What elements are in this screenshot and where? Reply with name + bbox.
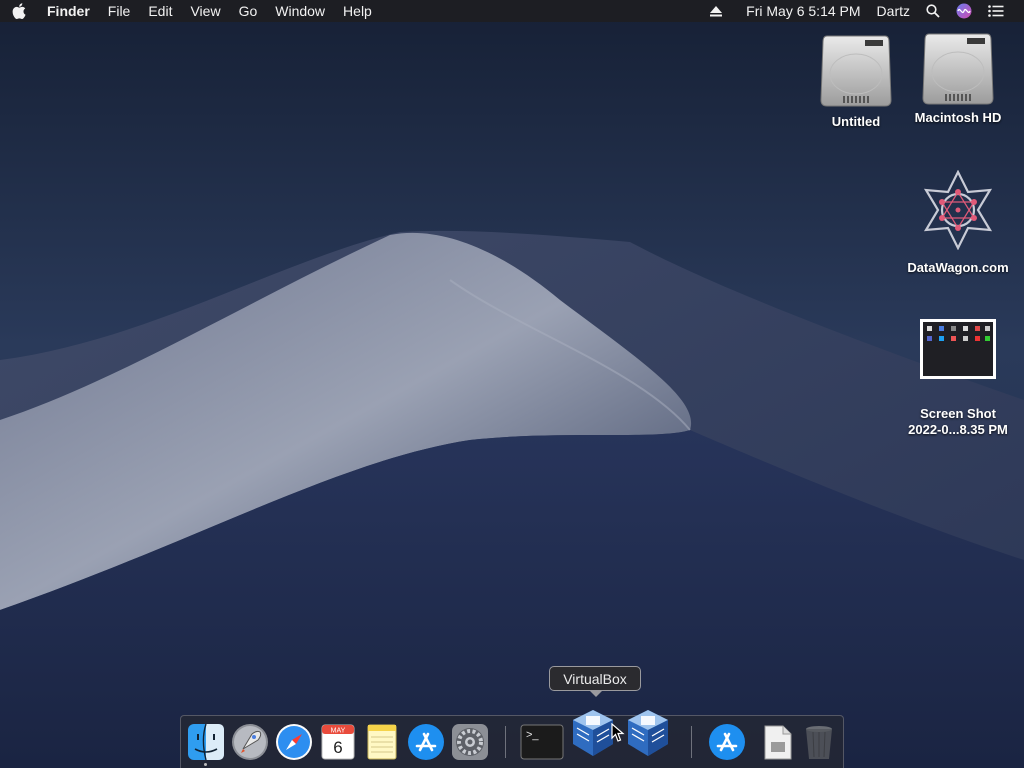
- label-line-1: Screen Shot: [920, 406, 996, 421]
- virtualbox-cube-icon: [573, 710, 613, 756]
- dock-app-store-downloads[interactable]: [707, 722, 747, 762]
- menubar-clock[interactable]: Fri May 6 5:14 PM: [730, 0, 868, 22]
- terminal-icon: >_: [520, 724, 564, 760]
- menu-view[interactable]: View: [181, 0, 229, 22]
- apple-menu-icon[interactable]: [0, 3, 38, 19]
- menu-finder[interactable]: Finder: [38, 0, 99, 22]
- finder-icon: [188, 723, 224, 761]
- dock-calendar[interactable]: MAY 6: [318, 722, 358, 762]
- dock-notes[interactable]: [362, 722, 402, 762]
- calendar-month-text: MAY: [331, 728, 346, 735]
- menubar-user[interactable]: Dartz: [869, 0, 918, 22]
- safari-compass-icon: [276, 724, 312, 760]
- dock-app-store[interactable]: [406, 722, 446, 762]
- dock-system-preferences[interactable]: [450, 722, 490, 762]
- dock-documents-stack[interactable]: [757, 722, 797, 762]
- desktop-icon-macintosh-hd[interactable]: Macintosh HD: [898, 30, 1018, 126]
- desktop-icon-screen-shot[interactable]: Screen Shot 2022-0...8.35 PM: [898, 318, 1018, 438]
- dock-virtualbox-2[interactable]: [626, 708, 670, 758]
- desktop-icon-label: Untitled: [831, 114, 881, 129]
- menu-window[interactable]: Window: [266, 0, 334, 22]
- dock-safari[interactable]: [274, 722, 314, 762]
- launchpad-rocket-icon: [232, 724, 268, 760]
- menu-go[interactable]: Go: [230, 0, 267, 22]
- running-indicator: [204, 763, 207, 766]
- menu-help[interactable]: Help: [334, 0, 381, 22]
- eject-icon[interactable]: [702, 5, 730, 17]
- dock-launchpad[interactable]: [230, 722, 270, 762]
- notes-icon: [367, 724, 397, 760]
- app-store-icon: [709, 724, 745, 760]
- notification-center-icon[interactable]: [980, 5, 1012, 17]
- screenshot-thumbnail-icon: [920, 319, 996, 379]
- desktop-icon-label: Screen Shot 2022-0...8.35 PM: [908, 406, 1008, 438]
- hard-drive-icon: [820, 35, 892, 107]
- dock-finder[interactable]: [186, 722, 226, 762]
- trash-icon: [806, 726, 832, 759]
- menu-file[interactable]: File: [99, 0, 140, 22]
- label-line-2: 2022-0...8.35 PM: [908, 422, 1008, 437]
- desktop-icon-datawagon[interactable]: DataWagon.com: [898, 170, 1018, 276]
- dock: MAY 6 >_: [180, 710, 844, 768]
- system-preferences-gear-icon: [452, 724, 488, 760]
- mouse-pointer-icon: [611, 723, 625, 742]
- virtualbox-cube-icon: [628, 710, 668, 756]
- spotlight-search-icon[interactable]: [918, 4, 948, 18]
- dock-tooltip-arrow: [589, 690, 603, 697]
- dock-separator: [691, 726, 692, 758]
- hard-drive-icon: [922, 33, 994, 105]
- dock-trash[interactable]: [799, 722, 839, 762]
- dock-tooltip: VirtualBox: [549, 666, 641, 691]
- calendar-day-text: 6: [333, 738, 342, 757]
- siri-icon[interactable]: [948, 3, 980, 19]
- document-file-icon: [764, 725, 792, 760]
- dock-terminal[interactable]: >_: [520, 722, 564, 762]
- dock-separator: [505, 726, 506, 758]
- desktop-icon-label: DataWagon.com: [907, 260, 1009, 275]
- dock-virtualbox[interactable]: [571, 708, 615, 758]
- terminal-prompt-text: >_: [526, 729, 539, 741]
- menu-bar: Finder File Edit View Go Window Help Fri…: [0, 0, 1024, 22]
- calendar-icon: MAY 6: [321, 724, 355, 760]
- menu-edit[interactable]: Edit: [139, 0, 181, 22]
- datawagon-logo-icon: [923, 170, 993, 250]
- app-store-icon: [408, 724, 444, 760]
- desktop-icon-label: Macintosh HD: [914, 110, 1002, 125]
